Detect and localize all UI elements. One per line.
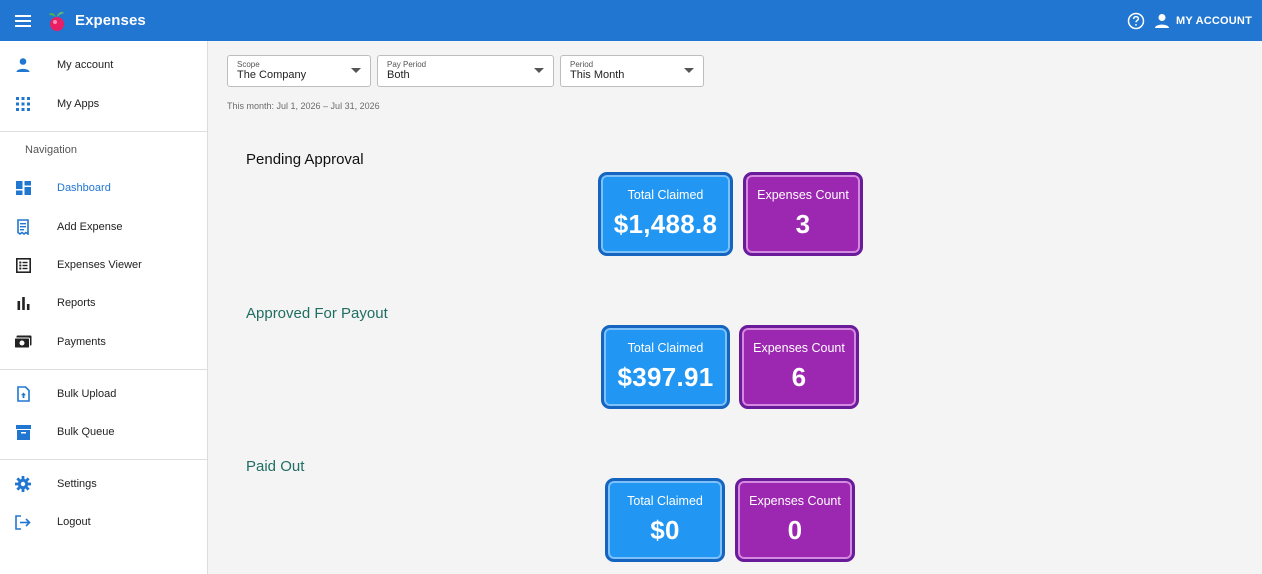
scope-select-value: The Company [237, 69, 307, 81]
sidebar-item-label: Payments [57, 336, 106, 348]
card-label: Expenses Count [757, 188, 849, 202]
card-label: Total Claimed [627, 341, 704, 355]
sidebar-item-payments[interactable]: Payments [0, 324, 207, 360]
help-icon[interactable] [1126, 11, 1146, 31]
sidebar-item-expenses-viewer[interactable]: Expenses Viewer [0, 247, 207, 283]
sidebar-item-label: My Apps [57, 98, 100, 110]
app-title: Expenses [75, 12, 146, 29]
payments-icon [13, 332, 33, 352]
card-value: $397.91 [617, 362, 714, 392]
pending-expenses-count-card[interactable]: Expenses Count 3 [743, 172, 863, 256]
sidebar-item-my-account[interactable]: My account [0, 47, 207, 83]
scope-select-label: Scope [237, 60, 260, 69]
sidebar-item-dashboard[interactable]: Dashboard [0, 170, 207, 206]
sidebar-item-add-expense[interactable]: Add Expense [0, 209, 207, 245]
sidebar-item-my-apps[interactable]: My Apps [0, 86, 207, 122]
section-title-pending-approval: Pending Approval [246, 151, 364, 168]
gear-icon [13, 474, 33, 494]
receipt-icon [13, 217, 33, 237]
sidebar-item-bulk-queue[interactable]: Bulk Queue [0, 414, 207, 450]
my-account-label: MY ACCOUNT [1176, 14, 1252, 27]
card-label: Expenses Count [749, 494, 841, 508]
my-account-button[interactable]: MY ACCOUNT [1154, 13, 1252, 29]
approved-total-claimed-card[interactable]: Total Claimed $397.91 [601, 325, 730, 409]
pay-period-select-value: Both [387, 69, 410, 81]
sidebar-item-label: Add Expense [57, 221, 123, 233]
sidebar-item-label: Logout [57, 516, 91, 528]
logout-icon [13, 512, 33, 532]
card-value: $1,488.8 [613, 209, 718, 239]
card-label: Total Claimed [627, 494, 703, 508]
period-select-value: This Month [570, 69, 625, 81]
approved-expenses-count-card[interactable]: Expenses Count 6 [739, 325, 859, 409]
sidebar-item-logout[interactable]: Logout [0, 504, 207, 540]
navigation-heading: Navigation [25, 144, 77, 156]
sidebar-divider [0, 369, 207, 370]
paid-total-claimed-card[interactable]: Total Claimed $0 [605, 478, 725, 562]
section-title-paid-out: Paid Out [246, 458, 305, 475]
upload-file-icon [13, 384, 33, 404]
sidebar-item-label: Expenses Viewer [57, 259, 142, 271]
period-select[interactable]: Period This Month [560, 55, 704, 87]
sidebar-item-label: Bulk Queue [57, 426, 115, 438]
paid-expenses-count-card[interactable]: Expenses Count 0 [735, 478, 855, 562]
hamburger-menu-icon[interactable] [0, 0, 46, 41]
person-icon [13, 55, 33, 75]
card-value: 6 [791, 362, 807, 392]
apps-grid-icon [13, 94, 33, 114]
sidebar-divider [0, 131, 207, 132]
section-title-approved-for-payout: Approved For Payout [246, 305, 388, 322]
pay-period-select[interactable]: Pay Period Both [377, 55, 554, 87]
app-logo-icon [48, 10, 66, 32]
sidebar-item-label: Dashboard [57, 182, 111, 194]
sidebar-item-settings[interactable]: Settings [0, 466, 207, 502]
chevron-down-icon [534, 68, 544, 73]
card-label: Total Claimed [627, 188, 704, 202]
sidebar-item-label: Bulk Upload [57, 388, 117, 400]
pending-total-claimed-card[interactable]: Total Claimed $1,488.8 [598, 172, 733, 256]
period-select-label: Period [570, 60, 594, 69]
chevron-down-icon [351, 68, 361, 73]
app-header: Expenses MY ACCOUNT [0, 0, 1262, 41]
card-value: 3 [795, 209, 811, 239]
dashboard-icon [13, 178, 33, 198]
bar-chart-icon [13, 293, 33, 313]
sidebar-divider [0, 459, 207, 460]
scope-select[interactable]: Scope The Company [227, 55, 371, 87]
card-label: Expenses Count [753, 341, 845, 355]
sidebar-item-label: Reports [57, 297, 96, 309]
list-icon [13, 255, 33, 275]
sidebar-item-bulk-upload[interactable]: Bulk Upload [0, 376, 207, 412]
period-range-note: This month: Jul 1, 2026 – Jul 31, 2026 [227, 101, 380, 111]
chevron-down-icon [684, 68, 694, 73]
sidebar-item-reports[interactable]: Reports [0, 285, 207, 321]
sidebar-item-label: My account [57, 59, 114, 71]
card-value: $0 [650, 515, 680, 545]
card-value: 0 [787, 515, 803, 545]
account-person-icon [1155, 13, 1170, 28]
pay-period-select-label: Pay Period [387, 60, 427, 69]
sidebar: My account My Apps Navigation Dashboard … [0, 41, 208, 574]
dashboard-content: Scope The Company Pay Period Both Period… [208, 41, 1262, 574]
archive-icon [13, 422, 33, 442]
sidebar-item-label: Settings [57, 478, 97, 490]
